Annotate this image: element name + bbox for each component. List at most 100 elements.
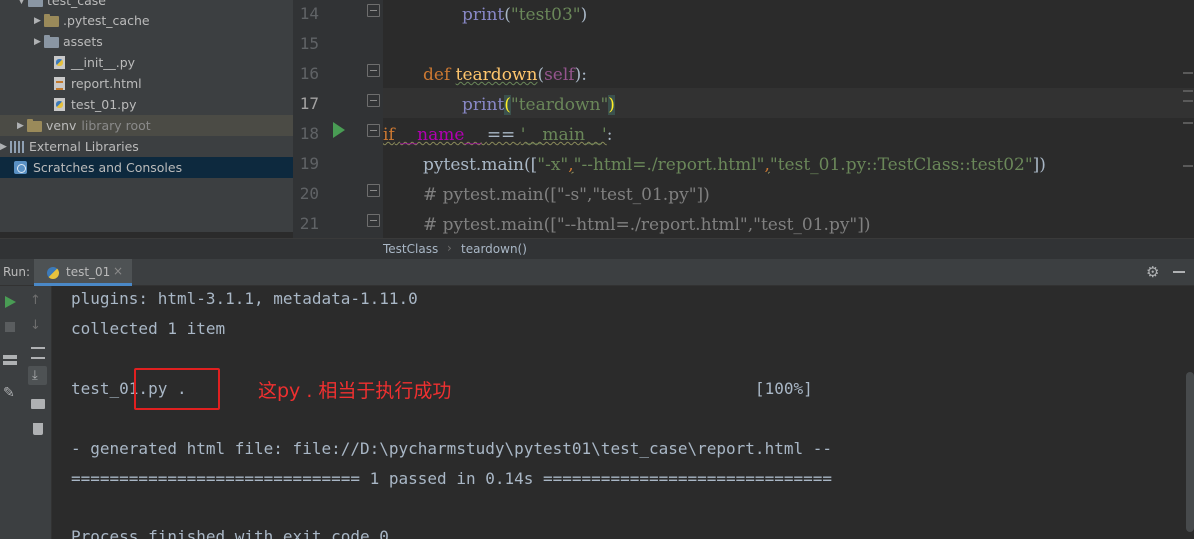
- tree-item-assets[interactable]: ▶ assets: [0, 31, 293, 52]
- fold-icon[interactable]: [367, 184, 380, 197]
- code-token: "teardown": [510, 95, 609, 115]
- chevron-right-icon: ▶: [34, 36, 41, 47]
- fold-icon[interactable]: [367, 124, 380, 137]
- code-token: :: [606, 125, 613, 145]
- tree-item-report-html[interactable]: report.html: [0, 73, 293, 94]
- pin-icon[interactable]: ✎: [3, 386, 15, 400]
- line-number: 18: [299, 124, 319, 143]
- python-file-icon: [54, 56, 65, 69]
- fold-icon[interactable]: [367, 94, 380, 107]
- code-token: pytest.main([: [423, 155, 538, 175]
- arrow-up-icon[interactable]: ↑: [30, 294, 41, 308]
- run-tab-label: test_01: [66, 265, 111, 279]
- fold-icon[interactable]: [367, 64, 380, 77]
- tree-item-pytest-cache[interactable]: ▶ .pytest_cache: [0, 10, 293, 31]
- chevron-down-icon: ▼: [18, 0, 25, 6]
- code-token: (: [504, 95, 511, 115]
- line-number: 15: [299, 34, 319, 53]
- chevron-right-icon: ▶: [17, 120, 24, 131]
- breadcrumb-separator: ›: [447, 241, 452, 255]
- tree-item-label: assets: [63, 34, 103, 49]
- code-token: "--html=./report.html": [573, 155, 765, 175]
- console-line: - generated html file: file://D:\pycharm…: [71, 439, 832, 458]
- code-token: '__main__': [520, 125, 607, 145]
- breadcrumb-item[interactable]: teardown(): [461, 242, 527, 256]
- fold-icon[interactable]: [367, 4, 380, 17]
- trash-icon[interactable]: [33, 423, 43, 435]
- line-number: 19: [299, 154, 319, 173]
- tree-item-external-libraries[interactable]: ▶ External Libraries: [0, 136, 293, 157]
- code-line-20: # pytest.main(["-s","test_01.py"]): [383, 180, 1194, 210]
- line-number: 17: [299, 94, 319, 113]
- run-tab[interactable]: test_01 ×: [34, 259, 132, 286]
- console-line: ============================== 1 passed …: [71, 469, 832, 488]
- line-number: 16: [299, 64, 319, 83]
- library-icon: [10, 140, 24, 153]
- code-token: print: [462, 5, 505, 25]
- folder-icon: [28, 0, 43, 7]
- line-number: 14: [299, 4, 319, 23]
- arrow-down-icon[interactable]: ↓: [30, 319, 41, 333]
- chevron-right-icon: ▶: [0, 141, 7, 152]
- code-comment: # pytest.main(["--html=./report.html","t…: [423, 215, 871, 235]
- annotation-text: 这py . 相当于执行成功: [258, 380, 452, 402]
- tree-item-label: test_01.py: [71, 97, 137, 112]
- rerun-icon[interactable]: [5, 296, 16, 308]
- scroll-to-end-icon: ⤓: [32, 368, 38, 383]
- line-number: 20: [299, 184, 319, 203]
- code-line-21: # pytest.main(["--html=./report.html","t…: [383, 210, 1194, 238]
- tree-item-init-py[interactable]: __init__.py: [0, 52, 293, 73]
- tree-item-label: __init__.py: [71, 55, 136, 70]
- code-token: __name__: [400, 125, 482, 145]
- code-token: ): [608, 95, 615, 115]
- code-token: def: [423, 65, 451, 85]
- code-token: ): [580, 5, 588, 25]
- minimize-icon[interactable]: [1173, 271, 1185, 273]
- soft-wrap-icon[interactable]: [31, 347, 45, 359]
- breadcrumb-item[interactable]: TestClass: [383, 242, 438, 256]
- code-token: teardown: [455, 65, 538, 85]
- fold-icon[interactable]: [367, 214, 380, 227]
- code-token: "-x": [537, 155, 569, 175]
- code-token: if: [383, 125, 395, 145]
- console-actions-toolbar: ↑ ↓ ⤓: [25, 286, 52, 539]
- tree-item-label: test_case: [47, 0, 106, 8]
- chevron-right-icon: ▶: [34, 15, 41, 26]
- scratches-icon: [14, 161, 27, 174]
- print-icon[interactable]: [31, 399, 45, 409]
- run-label: Run:: [3, 265, 31, 279]
- tree-item-test-01-py[interactable]: test_01.py: [0, 94, 293, 115]
- code-token: "test03": [510, 5, 581, 25]
- tree-item-venv[interactable]: ▶ venv library root: [0, 115, 293, 136]
- line-number: 21: [299, 214, 319, 233]
- html-file-icon: [54, 77, 65, 90]
- code-line-17: print("teardown"): [383, 90, 1194, 120]
- python-icon: [47, 267, 59, 279]
- code-comment: # pytest.main(["-s","test_01.py"]): [423, 185, 710, 205]
- console-output[interactable]: plugins: html-3.1.1, metadata-1.11.0 col…: [53, 286, 1186, 539]
- code-line-19: pytest.main(["-x","--html=./report.html"…: [383, 150, 1194, 180]
- tree-item-label: .pytest_cache: [63, 13, 150, 28]
- scroll-mark: [1183, 100, 1193, 102]
- tree-item-label: External Libraries: [29, 139, 139, 154]
- annotation-box: [134, 368, 220, 410]
- code-line-14: print("test03"): [383, 0, 1194, 30]
- tree-item-note: library root: [81, 118, 151, 133]
- run-gutter-icon[interactable]: [333, 122, 345, 138]
- layout-icon[interactable]: [3, 354, 17, 365]
- code-editor[interactable]: 14 15 16 17 18 19 20 21 print("test03") …: [293, 0, 1194, 238]
- folder-icon: [44, 35, 59, 48]
- code-token: "test_01.py::TestClass::test02": [769, 155, 1033, 175]
- tree-item-scratches[interactable]: Scratches and Consoles: [0, 157, 293, 178]
- console-scrollbar[interactable]: [1186, 372, 1194, 532]
- run-actions-toolbar: ✎: [0, 286, 25, 539]
- tree-item-label: report.html: [71, 76, 142, 91]
- code-token: ]): [1032, 155, 1046, 175]
- code-line-16: def teardown(self):: [383, 60, 1194, 90]
- stop-icon[interactable]: [5, 322, 15, 332]
- gear-icon[interactable]: ⚙: [1146, 264, 1162, 280]
- project-tree: ▼ test_case ▶ .pytest_cache ▶ assets __i…: [0, 0, 293, 232]
- console-line: Process finished with exit code 0: [71, 527, 389, 539]
- editor-gutter: 14 15 16 17 18 19 20 21: [293, 0, 383, 238]
- close-icon[interactable]: ×: [113, 264, 123, 278]
